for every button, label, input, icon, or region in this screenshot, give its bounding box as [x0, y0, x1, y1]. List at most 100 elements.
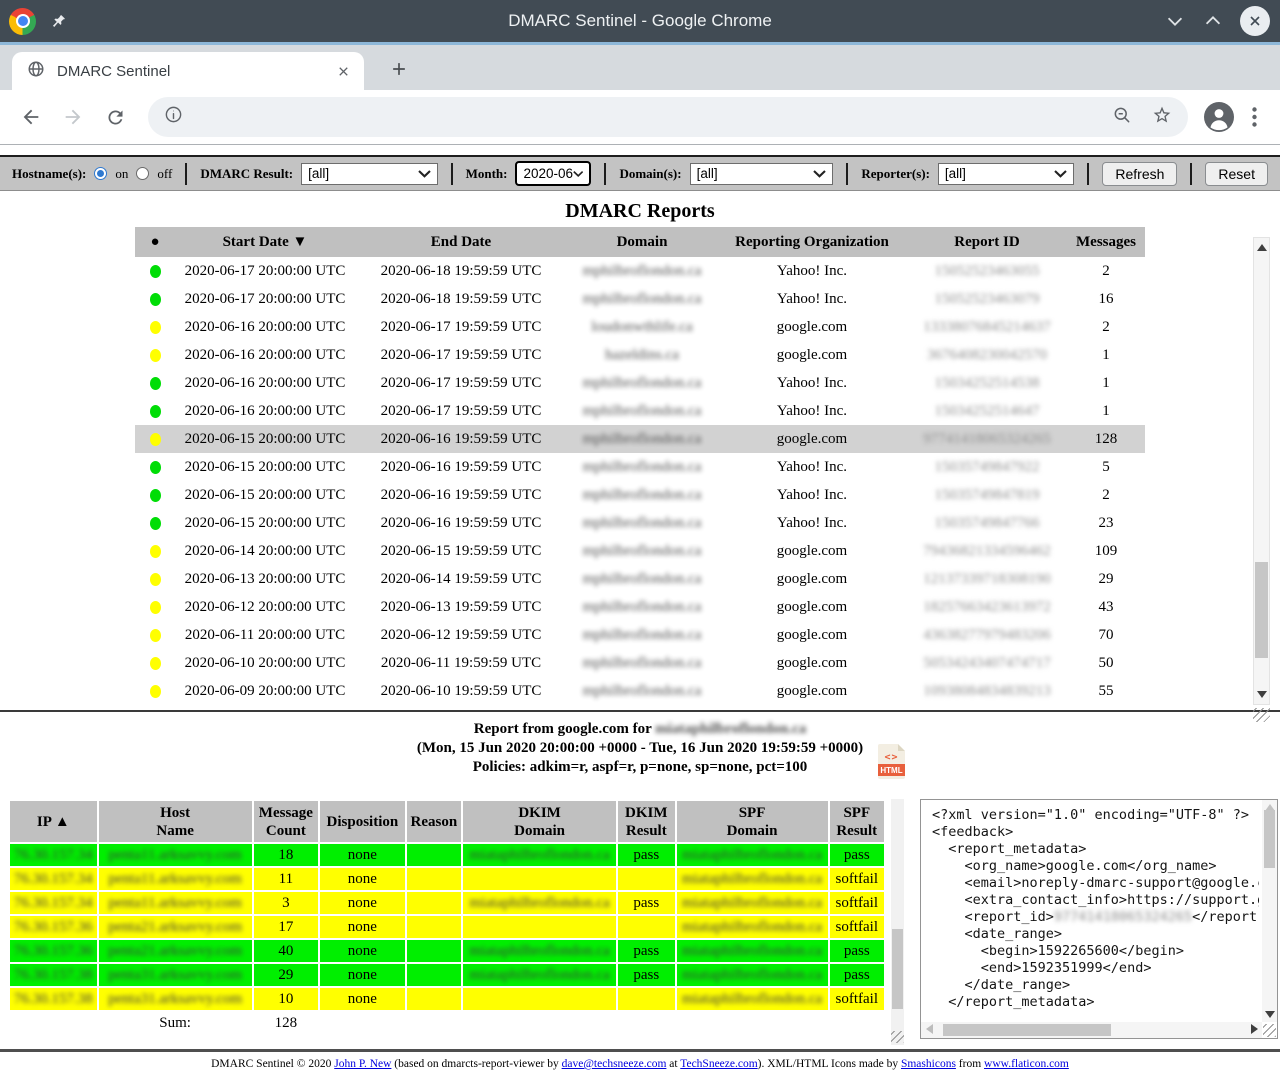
new-tab-button[interactable]: [384, 54, 414, 84]
cell-reporting-org: google.com: [717, 425, 907, 453]
detail-column-header[interactable]: Host Name: [99, 801, 252, 842]
report-row[interactable]: 2020-06-14 20:00:00 UTC2020-06-15 19:59:…: [135, 537, 1145, 565]
detail-column-header[interactable]: SPF Domain: [677, 801, 828, 842]
reports-column-header[interactable]: Messages: [1067, 227, 1145, 257]
close-button[interactable]: [1240, 6, 1270, 36]
report-row[interactable]: 2020-06-15 20:00:00 UTC2020-06-16 19:59:…: [135, 481, 1145, 509]
detail-column-header[interactable]: Reason: [407, 801, 461, 842]
report-row[interactable]: 2020-06-10 20:00:00 UTC2020-06-11 19:59:…: [135, 649, 1145, 677]
detail-column-header[interactable]: SPF Result: [830, 801, 884, 842]
scroll-up-arrow[interactable]: [1257, 244, 1267, 251]
cell-start-date: 2020-06-12 20:00:00 UTC: [175, 593, 355, 621]
detail-row: 76.30.157.36penta21.arksavvy.com40nonemi…: [10, 940, 884, 962]
reports-column-header[interactable]: ●: [135, 227, 175, 257]
detail-scrollbar[interactable]: [891, 799, 904, 1045]
detail-row: 76.30.157.38penta31.arksavvy.com29nonemi…: [10, 964, 884, 986]
scrollbar-thumb[interactable]: [892, 929, 903, 1009]
status-dot-green: [150, 461, 161, 474]
browser-tab[interactable]: DMARC Sentinel: [12, 52, 364, 90]
detail-column-header[interactable]: Disposition: [320, 801, 405, 842]
detail-column-header[interactable]: DKIM Domain: [463, 801, 616, 842]
reload-button[interactable]: [98, 100, 132, 134]
cell-end-date: 2020-06-18 19:59:59 UTC: [355, 257, 567, 285]
maximize-button[interactable]: [1202, 10, 1224, 32]
report-row[interactable]: 2020-06-15 20:00:00 UTC2020-06-16 19:59:…: [135, 509, 1145, 537]
scroll-down-arrow[interactable]: [1265, 1011, 1275, 1018]
footer-link[interactable]: TechSneeze.com: [680, 1058, 757, 1070]
reports-column-header[interactable]: Reporting Organization: [717, 227, 907, 257]
scrollbar-thumb[interactable]: [1264, 810, 1275, 868]
report-row[interactable]: 2020-06-12 20:00:00 UTC2020-06-13 19:59:…: [135, 593, 1145, 621]
cell-disposition: none: [320, 892, 405, 914]
report-row[interactable]: 2020-06-17 20:00:00 UTC2020-06-18 19:59:…: [135, 257, 1145, 285]
status-dot-yellow: [150, 601, 161, 614]
redacted-value: penta31.arksavvy.com: [108, 991, 242, 1007]
xml-viewer[interactable]: <?xml version="1.0" encoding="UTF-8" ?> …: [920, 799, 1278, 1039]
reports-column-header[interactable]: End Date: [355, 227, 567, 257]
redacted-domain: mphilbroflondon.ca: [583, 515, 702, 531]
footer-link[interactable]: dave@techsneeze.com: [562, 1058, 667, 1070]
scroll-down-arrow[interactable]: [1257, 691, 1267, 698]
cell-reporting-org: Yahoo! Inc.: [717, 285, 907, 313]
report-row[interactable]: 2020-06-15 20:00:00 UTC2020-06-16 19:59:…: [135, 453, 1145, 481]
report-row[interactable]: 2020-06-09 20:00:00 UTC2020-06-10 19:59:…: [135, 677, 1145, 705]
pin-icon[interactable]: [50, 13, 67, 30]
zoom-indicator-icon[interactable]: [1112, 105, 1132, 130]
bookmark-star-icon[interactable]: [1152, 105, 1172, 130]
minimize-button[interactable]: [1164, 10, 1186, 32]
tab-title: DMARC Sentinel: [57, 63, 333, 80]
xml-resize-grip[interactable]: [1263, 1024, 1276, 1037]
xml-horizontal-scrollbar[interactable]: [921, 1022, 1262, 1038]
redacted-report-id: 15034252514538: [935, 375, 1040, 391]
scroll-right-arrow[interactable]: [1251, 1024, 1258, 1034]
detail-resize-grip[interactable]: [891, 1031, 904, 1043]
scroll-left-arrow[interactable]: [926, 1024, 933, 1034]
footer-link[interactable]: www.flaticon.com: [984, 1058, 1069, 1070]
hostname-on-radio[interactable]: [94, 167, 107, 180]
html-file-icon[interactable]: <> HTML: [878, 744, 905, 779]
report-row[interactable]: 2020-06-16 20:00:00 UTC2020-06-17 19:59:…: [135, 341, 1145, 369]
xml-vertical-scrollbar[interactable]: [1262, 800, 1277, 1022]
reset-button[interactable]: Reset: [1205, 162, 1268, 186]
cell-status: [135, 313, 175, 341]
cell-report-id: 15035749847922: [907, 453, 1067, 481]
xml-content[interactable]: <?xml version="1.0" encoding="UTF-8" ?> …: [932, 807, 1259, 1020]
report-row[interactable]: 2020-06-16 20:00:00 UTC2020-06-17 19:59:…: [135, 313, 1145, 341]
cell-empty: [830, 1012, 884, 1034]
reports-column-header[interactable]: Start Date ▼: [175, 227, 355, 257]
report-row[interactable]: 2020-06-11 20:00:00 UTC2020-06-12 19:59:…: [135, 621, 1145, 649]
reports-column-header[interactable]: Report ID: [907, 227, 1067, 257]
detail-column-header[interactable]: DKIM Result: [618, 801, 674, 842]
dmarc-result-select[interactable]: [all]: [301, 163, 437, 185]
browser-menu-icon[interactable]: [1242, 100, 1266, 134]
domain-select[interactable]: [all]: [690, 163, 834, 185]
cell-dkim-result: [618, 916, 674, 938]
address-bar[interactable]: [148, 97, 1188, 137]
month-select[interactable]: 2020-06: [515, 161, 591, 186]
back-button[interactable]: [14, 100, 48, 134]
footer-text: (based on dmarcts-report-viewer by: [391, 1058, 561, 1070]
scrollbar-thumb[interactable]: [1255, 562, 1268, 658]
report-row[interactable]: 2020-06-13 20:00:00 UTC2020-06-14 19:59:…: [135, 565, 1145, 593]
refresh-button[interactable]: Refresh: [1102, 162, 1177, 186]
detail-column-header[interactable]: Message Count: [254, 801, 318, 842]
report-row[interactable]: 2020-06-16 20:00:00 UTC2020-06-17 19:59:…: [135, 369, 1145, 397]
reports-column-header[interactable]: Domain: [567, 227, 717, 257]
footer-link[interactable]: Smashicons: [901, 1058, 956, 1070]
footer-link[interactable]: John P. New: [334, 1058, 391, 1070]
detail-column-header[interactable]: IP ▲: [10, 801, 97, 842]
redacted-domain: mphilbroflondon.ca: [583, 571, 702, 587]
reporter-select[interactable]: [all]: [938, 163, 1074, 185]
reports-scrollbar[interactable]: [1253, 237, 1270, 705]
profile-avatar[interactable]: [1204, 102, 1234, 132]
report-row[interactable]: 2020-06-16 20:00:00 UTC2020-06-17 19:59:…: [135, 397, 1145, 425]
cell-report-id: 97741418065324265: [907, 425, 1067, 453]
report-row[interactable]: 2020-06-17 20:00:00 UTC2020-06-18 19:59:…: [135, 285, 1145, 313]
page-info-icon[interactable]: [164, 105, 183, 129]
scrollbar-thumb[interactable]: [943, 1024, 1111, 1036]
forward-button[interactable]: [56, 100, 90, 134]
hostname-off-radio[interactable]: [136, 167, 149, 180]
cell-messages: 5: [1067, 453, 1145, 481]
tab-close-icon[interactable]: [333, 61, 354, 82]
report-row[interactable]: 2020-06-15 20:00:00 UTC2020-06-16 19:59:…: [135, 425, 1145, 453]
